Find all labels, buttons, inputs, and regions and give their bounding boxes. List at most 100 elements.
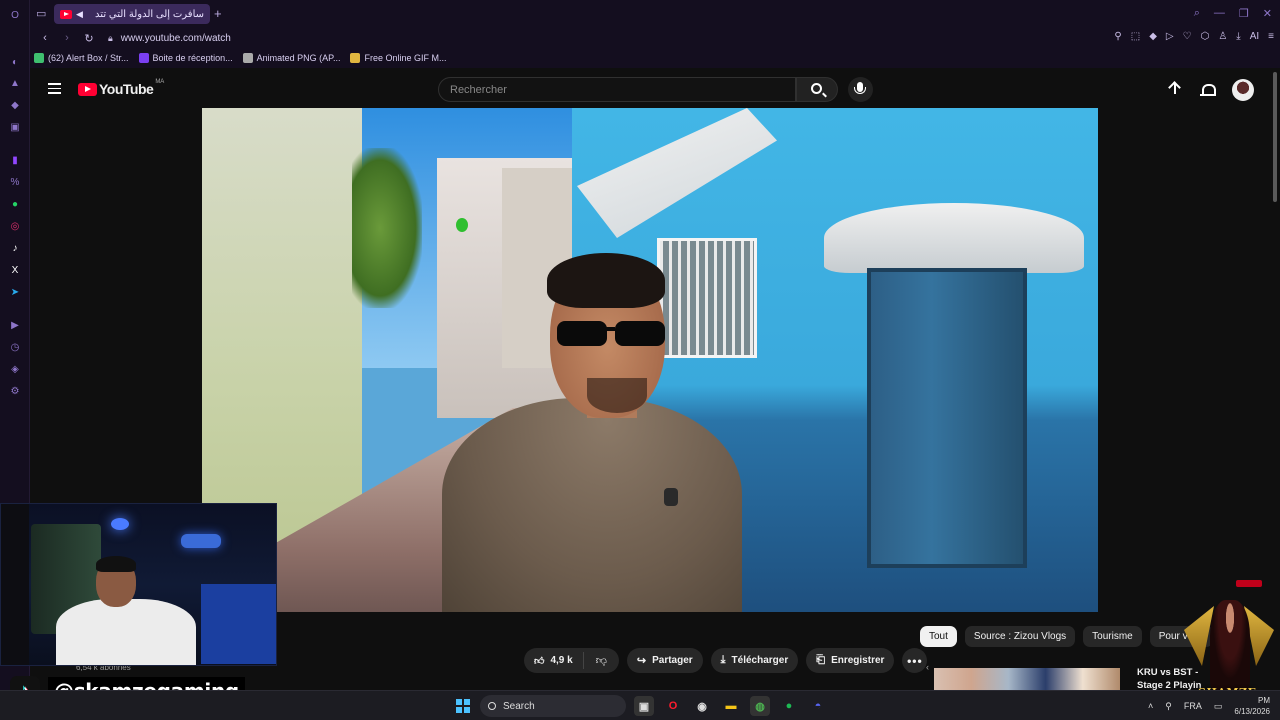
like-dislike-group: 👍︎ 4,9 k 👎︎ (524, 648, 619, 673)
workspace-icon[interactable]: ▲ (8, 76, 22, 90)
obs-icon[interactable]: ◉ (692, 696, 712, 716)
more-actions-button[interactable]: ••• (902, 648, 928, 673)
bookmark-item[interactable]: Free Online GIF M... (350, 53, 447, 63)
snapshot-icon[interactable]: ⬚ (1131, 31, 1140, 42)
telegram-icon[interactable]: ➤ (8, 285, 22, 299)
restore-icon[interactable]: ❐ (1239, 7, 1249, 20)
history-icon[interactable]: ◷ (8, 340, 22, 354)
download-icon: ⤓ (720, 654, 726, 666)
share-button[interactable]: ↪ Partager (626, 648, 703, 673)
opera-icon[interactable]: O (663, 696, 683, 716)
address-bar: ‹ › ↻ 🔒︎ www.youtube.com/watch ⚲ ⬚ ◆ ▷ ♡… (30, 28, 1280, 48)
settings-gear-icon[interactable]: ⚙ (8, 384, 22, 398)
youtube-logo[interactable]: YouTube MA (78, 79, 164, 97)
percent-icon[interactable]: % (8, 175, 22, 189)
chip-all[interactable]: Tout (920, 626, 957, 647)
windows-start-icon[interactable] (456, 699, 470, 713)
bookmark-item[interactable]: Boite de réception... (138, 53, 233, 63)
spotify-icon[interactable]: ● (779, 696, 799, 716)
minimize-icon[interactable]: — (1214, 7, 1225, 20)
tab-youtube[interactable]: ◀ سافرت إلى الدولة التي تتد (54, 4, 210, 24)
reload-button[interactable]: ↻ (82, 32, 96, 45)
bookmark-item[interactable]: Animated PNG (AP... (242, 53, 340, 63)
video-person-body (442, 398, 742, 612)
search-box (438, 77, 796, 102)
microphone-icon[interactable]: ⚲ (1165, 701, 1172, 712)
taskbar-search[interactable]: Search (480, 695, 626, 717)
lock-icon[interactable]: 🔒︎ (108, 33, 113, 44)
upload-icon[interactable] (1168, 82, 1182, 98)
window-controls: ⌕ — ❐ ✕ (1194, 7, 1272, 20)
header-actions (1168, 79, 1254, 101)
search-tabs-icon[interactable]: ⌕ (1194, 7, 1200, 20)
speaker-icon[interactable]: ◀ (76, 9, 83, 20)
chevron-up-icon[interactable]: ˄ (1148, 701, 1153, 711)
video-actions: 👍︎ 4,9 k 👎︎ ↪ Partager ⤓ Télécharger ⎗ Enreg… (524, 648, 928, 673)
search-input[interactable] (439, 78, 795, 101)
download-icon[interactable]: ⤓ (1236, 31, 1240, 42)
new-tab-button[interactable]: + (214, 6, 222, 21)
chrome-icon[interactable]: ◍ (750, 696, 770, 716)
video-sunglasses (557, 318, 682, 346)
heart-icon[interactable]: ♡ (1183, 31, 1192, 42)
instagram-icon[interactable]: ◎ (8, 219, 22, 233)
clock[interactable]: PM 6/13/2026 (1234, 695, 1270, 717)
webcam-light (181, 534, 221, 548)
video-canopy (824, 203, 1084, 273)
mail-icon[interactable]: ▣ (8, 120, 22, 134)
avatar[interactable] (1232, 79, 1254, 101)
video-player[interactable] (202, 108, 1098, 612)
thumbs-up-icon: 👍︎ (534, 655, 545, 667)
play-icon[interactable]: ▷ (1166, 31, 1174, 42)
scrollbar-thumb[interactable] (1273, 72, 1277, 202)
extension-icon[interactable]: ⬡ (1201, 31, 1210, 42)
back-button[interactable]: ‹ (38, 32, 52, 44)
like-button[interactable]: 👍︎ 4,9 k (524, 652, 584, 669)
profile-icon[interactable]: ♙ (1218, 31, 1227, 42)
bookmark-item[interactable]: (62) Alert Box / Str... (34, 53, 129, 63)
forward-button[interactable]: › (60, 32, 74, 44)
x-icon[interactable]: X (8, 263, 22, 277)
chip-source[interactable]: Source : Zizou Vlogs (964, 626, 1076, 647)
clock-date: 6/13/2026 (1234, 707, 1270, 716)
save-button[interactable]: ⎗ Enregistrer (806, 648, 895, 673)
network-icon[interactable]: ▭ (1214, 701, 1223, 712)
url-field[interactable]: www.youtube.com/watch (121, 33, 231, 44)
like-count: 4,9 k (550, 655, 573, 666)
video-lapel-mic (664, 488, 678, 506)
language-indicator[interactable]: FRA (1184, 701, 1202, 711)
pin-icon[interactable]: ⚲ (1114, 31, 1121, 42)
chevron-left-icon[interactable]: ‹ (926, 662, 929, 672)
close-icon[interactable]: ✕ (1263, 7, 1272, 20)
clock-time: PM (1258, 696, 1270, 705)
messenger-icon[interactable]: ◆ (8, 98, 22, 112)
shield-icon[interactable]: ◆ (1149, 31, 1157, 42)
download-button[interactable]: ⤓ Télécharger (710, 648, 799, 673)
webcam-monitor (201, 584, 276, 664)
voice-search-button[interactable] (848, 77, 873, 102)
hamburger-menu-icon[interactable] (48, 83, 61, 94)
task-view-icon[interactable]: ▣ (634, 696, 654, 716)
bookmark-icon (138, 53, 149, 63)
discord-icon[interactable]: ◓ (808, 696, 828, 716)
tab-menu-icon[interactable]: ▭ (36, 7, 46, 20)
ai-label[interactable]: AI (1250, 31, 1259, 42)
search-icon (811, 83, 822, 94)
file-explorer-icon[interactable]: ▬ (721, 696, 741, 716)
microphone-icon (854, 82, 866, 94)
recommended-thumbnail[interactable] (934, 668, 1120, 690)
dislike-button[interactable]: 👎︎ (584, 654, 619, 667)
youtube-favicon-icon (60, 9, 72, 19)
menu-icon[interactable]: ≡ (1268, 31, 1274, 42)
opera-logo-icon[interactable]: O (8, 8, 22, 22)
notifications-bell-icon[interactable] (1200, 82, 1216, 98)
chip-tourism[interactable]: Tourisme (1083, 626, 1142, 647)
twitch-icon[interactable]: ▮ (8, 153, 22, 167)
tiktok-icon[interactable]: ♪ (8, 241, 22, 255)
aria-icon[interactable]: ◐ (8, 55, 22, 69)
extensions-icon[interactable]: ◈ (8, 362, 22, 376)
video-balloon (456, 218, 468, 232)
whatsapp-icon[interactable]: ● (8, 197, 22, 211)
player-icon[interactable]: ▶ (8, 318, 22, 332)
search-button[interactable] (796, 77, 838, 102)
